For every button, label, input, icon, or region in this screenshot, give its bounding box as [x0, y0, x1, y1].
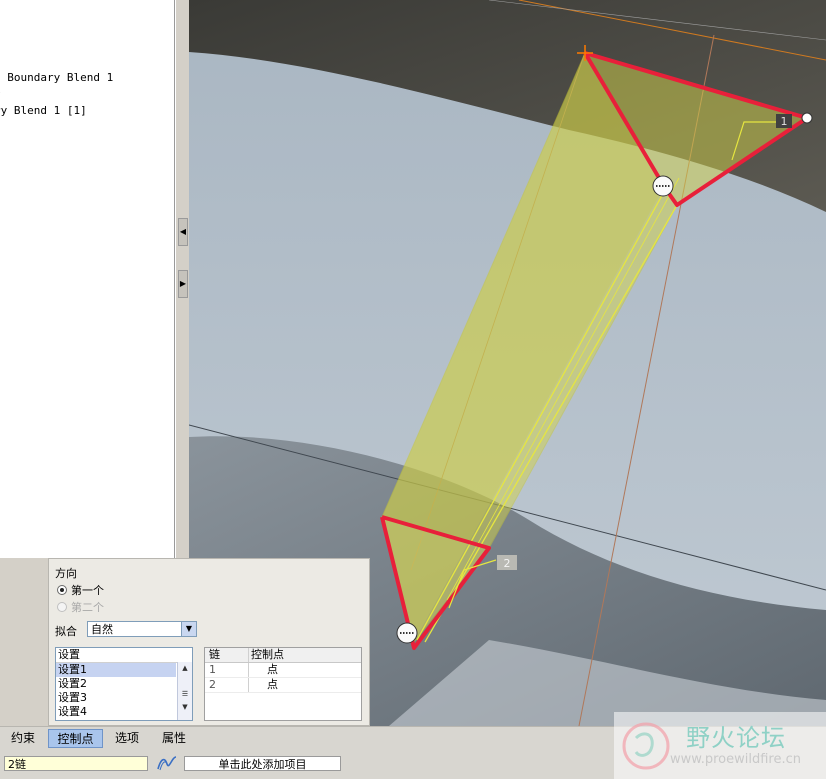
- scroll-down-icon[interactable]: ▼: [178, 701, 192, 714]
- chain-collector-field[interactable]: 2链: [4, 756, 148, 771]
- model-tree[interactable]: / Boundary Blend 1 ^ ry Blend 1 [1]: [0, 0, 175, 558]
- chevron-down-icon[interactable]: ▼: [181, 622, 196, 636]
- chain-cell: 2: [205, 678, 249, 692]
- direction-first-radio[interactable]: 第一个: [57, 582, 104, 598]
- tree-item-boundary-blend[interactable]: / Boundary Blend 1: [0, 71, 113, 84]
- tree-item-boundary-blend-instance[interactable]: ry Blend 1 [1]: [0, 104, 87, 117]
- set-item[interactable]: 设置4: [56, 705, 176, 719]
- table-row[interactable]: 1 点: [205, 663, 361, 678]
- tab-constraints[interactable]: 约束: [6, 729, 40, 748]
- control-point-cell[interactable]: 点: [249, 663, 361, 677]
- control-point-cell[interactable]: 点: [249, 678, 361, 692]
- expand-right-icon[interactable]: ▶: [178, 270, 188, 298]
- table-row[interactable]: 2 点: [205, 678, 361, 693]
- table-header: 链 控制点: [205, 648, 361, 663]
- add-item-field[interactable]: 单击此处添加项目: [184, 756, 341, 771]
- direction-second-radio: 第二个: [57, 599, 104, 615]
- scroll-thumb-icon[interactable]: ☰: [178, 688, 192, 701]
- chain-cell: 1: [205, 663, 249, 677]
- radio-selected-icon[interactable]: [57, 585, 67, 595]
- chain-2-label: 2: [504, 557, 511, 570]
- column-header-chain: 链: [205, 648, 249, 662]
- chain-control-table[interactable]: 链 控制点 1 点 2 点: [204, 647, 362, 721]
- curve-chain-icon[interactable]: [156, 754, 178, 772]
- sets-header: 设置: [56, 648, 192, 663]
- sets-scrollbar[interactable]: ▲ ☰ ▼: [177, 662, 192, 720]
- fit-label: 拟合: [55, 625, 77, 638]
- control-point-handle-2[interactable]: [396, 622, 418, 644]
- fit-select[interactable]: 自然 ▼: [87, 621, 197, 637]
- scroll-up-icon[interactable]: ▲: [178, 662, 192, 675]
- column-header-control-point: 控制点: [251, 648, 284, 661]
- set-item[interactable]: 设置3: [56, 691, 176, 705]
- tab-properties[interactable]: 属性: [157, 729, 191, 748]
- fit-select-value: 自然: [91, 623, 113, 636]
- set-item[interactable]: 设置2: [56, 677, 176, 691]
- tab-control-points[interactable]: 控制点: [48, 729, 103, 748]
- scroll-spacer: [178, 675, 192, 688]
- watermark-title: 野火论坛: [686, 724, 786, 752]
- direction-title: 方向: [55, 567, 77, 580]
- vertex-point-marker[interactable]: [801, 112, 813, 124]
- control-points-panel: 方向 第一个 第二个 拟合 自然 ▼ 设置 设置1 设置2 设置3 设置4 ▲ …: [48, 558, 370, 726]
- radio-empty-icon: [57, 602, 67, 612]
- tree-item-marker: ^: [0, 88, 1, 101]
- control-point-handle-1[interactable]: [652, 175, 674, 197]
- direction-first-label: 第一个: [71, 584, 104, 597]
- direction-second-label: 第二个: [71, 601, 104, 614]
- tab-options[interactable]: 选项: [110, 729, 144, 748]
- watermark-url: www.proewildfire.cn: [670, 752, 801, 767]
- collapse-left-icon[interactable]: ◀: [178, 218, 188, 246]
- sets-list[interactable]: 设置 设置1 设置2 设置3 设置4 ▲ ☰ ▼: [55, 647, 193, 721]
- set-item[interactable]: 设置1: [56, 663, 176, 677]
- chain-1-label: 1: [781, 115, 788, 128]
